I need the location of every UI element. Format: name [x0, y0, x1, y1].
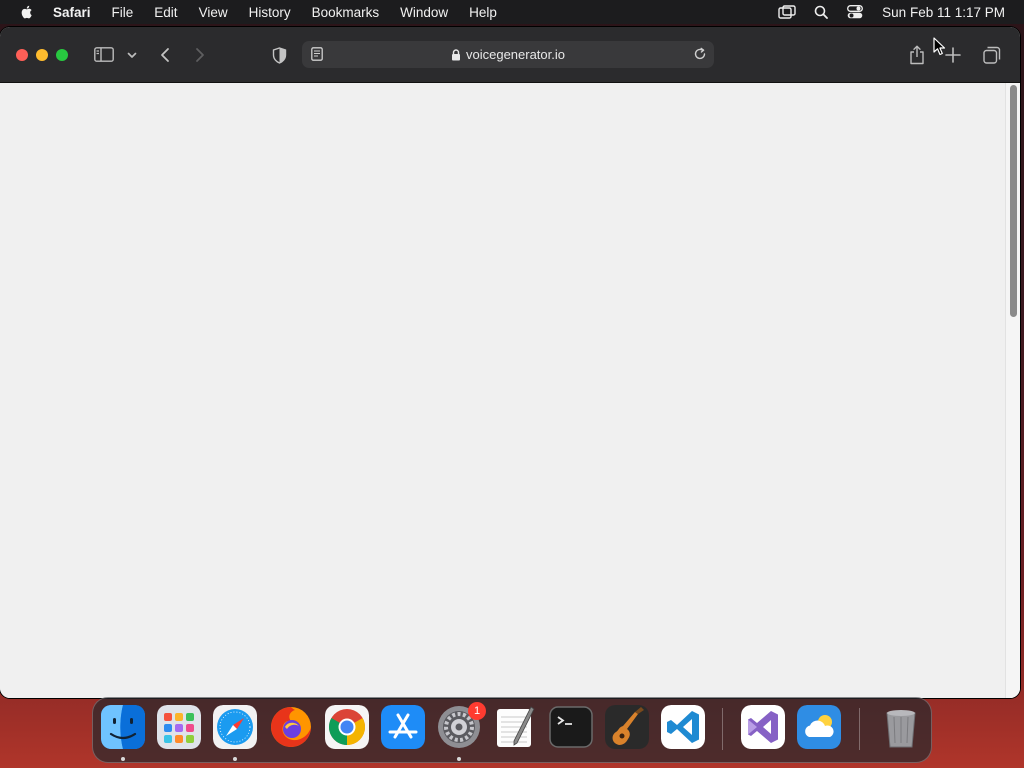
close-window-button[interactable]	[16, 49, 28, 61]
lock-icon	[451, 48, 461, 61]
address-bar[interactable]: voicegenerator.io	[302, 41, 714, 68]
dock-textedit-icon[interactable]	[493, 705, 537, 749]
sidebar-toggle-icon[interactable]	[93, 46, 115, 62]
running-indicator-settings	[457, 757, 461, 761]
control-center-icon[interactable]	[846, 3, 864, 21]
forward-arrow-icon[interactable]	[193, 47, 207, 63]
back-arrow-icon[interactable]	[158, 47, 172, 63]
menu-help[interactable]: Help	[469, 5, 497, 20]
web-content-area[interactable]	[0, 83, 1020, 698]
menu-history[interactable]: History	[249, 5, 291, 20]
menu-bookmarks[interactable]: Bookmarks	[312, 5, 380, 20]
safari-window: voicegenerator.io	[0, 27, 1020, 698]
mouse-cursor-icon	[933, 37, 947, 57]
dock-launchpad-icon[interactable]	[157, 705, 201, 749]
privacy-shield-icon[interactable]	[270, 46, 288, 64]
dock-vscode-icon[interactable]	[661, 705, 705, 749]
menu-view[interactable]: View	[199, 5, 228, 20]
url-text[interactable]: voicegenerator.io	[466, 47, 565, 62]
dock-safari-icon[interactable]	[213, 705, 257, 749]
menu-bar: Safari File Edit View History Bookmarks …	[0, 0, 1024, 24]
running-indicator-safari	[233, 757, 237, 761]
screen-mirroring-icon[interactable]	[778, 3, 796, 21]
scrollbar-thumb[interactable]	[1010, 85, 1017, 317]
reload-icon[interactable]	[693, 47, 708, 62]
dock-chrome-icon[interactable]	[325, 705, 369, 749]
tab-overview-icon[interactable]	[982, 45, 1002, 65]
fullscreen-window-button[interactable]	[56, 49, 68, 61]
dock-trash-icon[interactable]	[879, 705, 923, 749]
dock-separator	[722, 708, 723, 750]
chevron-down-icon[interactable]	[126, 50, 138, 60]
menu-file[interactable]: File	[112, 5, 134, 20]
dock-app-store-icon[interactable]	[381, 705, 425, 749]
dock-cloud-app-icon[interactable]	[797, 705, 841, 749]
dock-finder-icon[interactable]	[101, 705, 145, 749]
dock-garageband-icon[interactable]	[605, 705, 649, 749]
share-icon[interactable]	[907, 44, 927, 66]
menu-window[interactable]: Window	[400, 5, 448, 20]
dock-separator	[859, 708, 860, 750]
settings-notification-badge: 1	[468, 702, 486, 720]
menu-bar-clock[interactable]: Sun Feb 11 1:17 PM	[882, 5, 1005, 20]
dock-terminal-icon[interactable]	[549, 705, 593, 749]
safari-toolbar: voicegenerator.io	[0, 27, 1020, 83]
dock	[92, 697, 932, 763]
dock-visual-studio-icon[interactable]	[741, 705, 785, 749]
menu-edit[interactable]: Edit	[154, 5, 177, 20]
spotlight-search-icon[interactable]	[812, 3, 830, 21]
apple-menu-icon[interactable]	[19, 4, 35, 20]
minimize-window-button[interactable]	[36, 49, 48, 61]
running-indicator-finder	[121, 757, 125, 761]
menu-app-name[interactable]: Safari	[53, 5, 91, 20]
dock-firefox-icon[interactable]	[269, 705, 313, 749]
